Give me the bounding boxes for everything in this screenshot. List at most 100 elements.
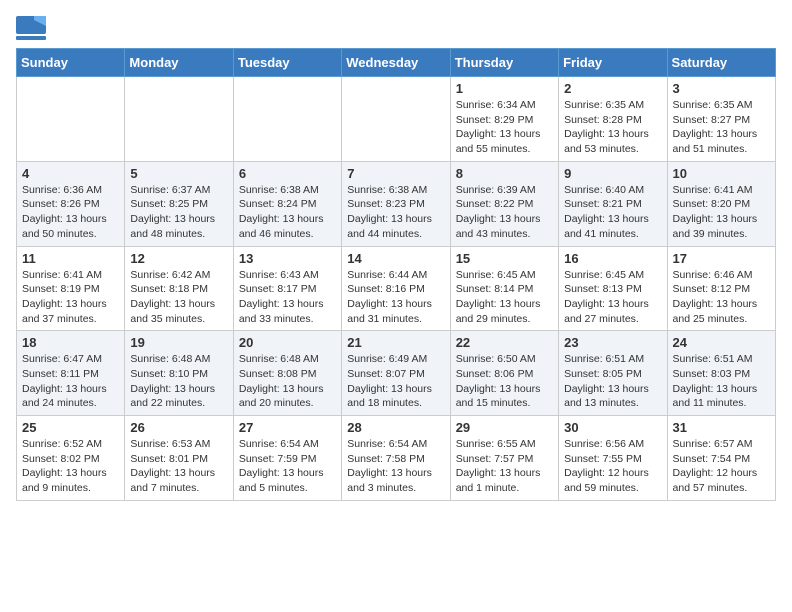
day-number: 11 [22,251,119,266]
day-number: 6 [239,166,336,181]
calendar-week-row: 11 Sunrise: 6:41 AM Sunset: 8:19 PM Dayli… [17,246,776,331]
day-info: Sunrise: 6:41 AM Sunset: 8:19 PM Dayligh… [22,268,119,327]
calendar-cell: 26 Sunrise: 6:53 AM Sunset: 8:01 PM Dayli… [125,416,233,501]
day-number: 24 [673,335,770,350]
day-number: 17 [673,251,770,266]
calendar-cell [342,77,450,162]
calendar-cell: 19Sunrise: 6:48 AM Sunset: 8:10 PM Dayli… [125,331,233,416]
calendar-cell: 31 Sunrise: 6:57 AM Sunset: 7:54 PM Dayli… [667,416,775,501]
day-info: Sunrise: 6:35 AM Sunset: 8:27 PM Dayligh… [673,98,770,157]
day-number: 14 [347,251,444,266]
calendar-cell: 5Sunrise: 6:37 AM Sunset: 8:25 PM Daylig… [125,161,233,246]
calendar-week-row: 1Sunrise: 6:34 AM Sunset: 8:29 PM Daylig… [17,77,776,162]
day-number: 28 [347,420,444,435]
day-number: 1 [456,81,553,96]
day-number: 22 [456,335,553,350]
day-info: Sunrise: 6:57 AM Sunset: 7:54 PM Dayligh… [673,437,770,496]
day-number: 3 [673,81,770,96]
day-number: 25 [22,420,119,435]
calendar-cell: 14 Sunrise: 6:44 AM Sunset: 8:16 PM Dayli… [342,246,450,331]
weekday-header-thursday: Thursday [450,49,558,77]
day-info: Sunrise: 6:44 AM Sunset: 8:16 PM Dayligh… [347,268,444,327]
day-info: Sunrise: 6:45 AM Sunset: 8:13 PM Dayligh… [564,268,661,327]
day-number: 13 [239,251,336,266]
day-info: Sunrise: 6:47 AM Sunset: 8:11 PM Dayligh… [22,352,119,411]
calendar-week-row: 25 Sunrise: 6:52 AM Sunset: 8:02 PM Dayli… [17,416,776,501]
day-number: 4 [22,166,119,181]
day-number: 15 [456,251,553,266]
calendar-cell: 21 Sunrise: 6:49 AM Sunset: 8:07 PM Dayli… [342,331,450,416]
day-number: 16 [564,251,661,266]
weekday-header-row: SundayMondayTuesdayWednesdayThursdayFrid… [17,49,776,77]
calendar-cell: 24 Sunrise: 6:51 AM Sunset: 8:03 PM Dayli… [667,331,775,416]
day-info: Sunrise: 6:51 AM Sunset: 8:05 PM Dayligh… [564,352,661,411]
weekday-header-saturday: Saturday [667,49,775,77]
day-number: 30 [564,420,661,435]
day-number: 26 [130,420,227,435]
calendar-cell: 10 Sunrise: 6:41 AM Sunset: 8:20 PM Dayli… [667,161,775,246]
day-info: Sunrise: 6:42 AM Sunset: 8:18 PM Dayligh… [130,268,227,327]
day-number: 29 [456,420,553,435]
calendar-cell: 11 Sunrise: 6:41 AM Sunset: 8:19 PM Dayli… [17,246,125,331]
day-info: Sunrise: 6:53 AM Sunset: 8:01 PM Dayligh… [130,437,227,496]
calendar-table: SundayMondayTuesdayWednesdayThursdayFrid… [16,48,776,501]
day-number: 12 [130,251,227,266]
day-info: Sunrise: 6:37 AM Sunset: 8:25 PM Dayligh… [130,183,227,242]
calendar-cell: 27Sunrise: 6:54 AM Sunset: 7:59 PM Dayli… [233,416,341,501]
calendar-cell: 8 Sunrise: 6:39 AM Sunset: 8:22 PM Daylig… [450,161,558,246]
logo-icon [16,16,46,40]
day-info: Sunrise: 6:40 AM Sunset: 8:21 PM Dayligh… [564,183,661,242]
day-info: Sunrise: 6:50 AM Sunset: 8:06 PM Dayligh… [456,352,553,411]
calendar-cell: 20Sunrise: 6:48 AM Sunset: 8:08 PM Dayli… [233,331,341,416]
day-number: 23 [564,335,661,350]
calendar-cell: 29 Sunrise: 6:55 AM Sunset: 7:57 PM Dayli… [450,416,558,501]
day-number: 2 [564,81,661,96]
calendar-cell: 2Sunrise: 6:35 AM Sunset: 8:28 PM Daylig… [559,77,667,162]
calendar-week-row: 4Sunrise: 6:36 AM Sunset: 8:26 PM Daylig… [17,161,776,246]
calendar-cell [17,77,125,162]
day-info: Sunrise: 6:38 AM Sunset: 8:23 PM Dayligh… [347,183,444,242]
day-info: Sunrise: 6:52 AM Sunset: 8:02 PM Dayligh… [22,437,119,496]
day-info: Sunrise: 6:39 AM Sunset: 8:22 PM Dayligh… [456,183,553,242]
day-info: Sunrise: 6:48 AM Sunset: 8:10 PM Dayligh… [130,352,227,411]
calendar-cell: 25 Sunrise: 6:52 AM Sunset: 8:02 PM Dayli… [17,416,125,501]
weekday-header-friday: Friday [559,49,667,77]
day-number: 7 [347,166,444,181]
day-number: 27 [239,420,336,435]
day-number: 18 [22,335,119,350]
day-number: 21 [347,335,444,350]
calendar-cell: 23 Sunrise: 6:51 AM Sunset: 8:05 PM Dayli… [559,331,667,416]
page-header [16,16,776,40]
day-info: Sunrise: 6:48 AM Sunset: 8:08 PM Dayligh… [239,352,336,411]
calendar-cell: 12 Sunrise: 6:42 AM Sunset: 8:18 PM Dayli… [125,246,233,331]
day-number: 31 [673,420,770,435]
calendar-cell: 1Sunrise: 6:34 AM Sunset: 8:29 PM Daylig… [450,77,558,162]
calendar-cell: 17 Sunrise: 6:46 AM Sunset: 8:12 PM Dayli… [667,246,775,331]
day-number: 9 [564,166,661,181]
calendar-cell: 9 Sunrise: 6:40 AM Sunset: 8:21 PM Daylig… [559,161,667,246]
day-info: Sunrise: 6:56 AM Sunset: 7:55 PM Dayligh… [564,437,661,496]
calendar-cell [125,77,233,162]
day-info: Sunrise: 6:49 AM Sunset: 8:07 PM Dayligh… [347,352,444,411]
calendar-cell: 16 Sunrise: 6:45 AM Sunset: 8:13 PM Dayli… [559,246,667,331]
weekday-header-wednesday: Wednesday [342,49,450,77]
day-info: Sunrise: 6:41 AM Sunset: 8:20 PM Dayligh… [673,183,770,242]
day-info: Sunrise: 6:45 AM Sunset: 8:14 PM Dayligh… [456,268,553,327]
weekday-header-monday: Monday [125,49,233,77]
day-number: 10 [673,166,770,181]
calendar-cell: 28 Sunrise: 6:54 AM Sunset: 7:58 PM Dayli… [342,416,450,501]
calendar-week-row: 18 Sunrise: 6:47 AM Sunset: 8:11 PM Dayli… [17,331,776,416]
calendar-cell: 15 Sunrise: 6:45 AM Sunset: 8:14 PM Dayli… [450,246,558,331]
day-info: Sunrise: 6:54 AM Sunset: 7:58 PM Dayligh… [347,437,444,496]
weekday-header-tuesday: Tuesday [233,49,341,77]
day-info: Sunrise: 6:46 AM Sunset: 8:12 PM Dayligh… [673,268,770,327]
calendar-cell: 22 Sunrise: 6:50 AM Sunset: 8:06 PM Dayli… [450,331,558,416]
day-info: Sunrise: 6:43 AM Sunset: 8:17 PM Dayligh… [239,268,336,327]
day-number: 8 [456,166,553,181]
calendar-cell: 13 Sunrise: 6:43 AM Sunset: 8:17 PM Dayli… [233,246,341,331]
day-info: Sunrise: 6:51 AM Sunset: 8:03 PM Dayligh… [673,352,770,411]
weekday-header-sunday: Sunday [17,49,125,77]
calendar-cell: 3 Sunrise: 6:35 AM Sunset: 8:27 PM Daylig… [667,77,775,162]
calendar-cell: 30 Sunrise: 6:56 AM Sunset: 7:55 PM Dayli… [559,416,667,501]
day-info: Sunrise: 6:55 AM Sunset: 7:57 PM Dayligh… [456,437,553,496]
